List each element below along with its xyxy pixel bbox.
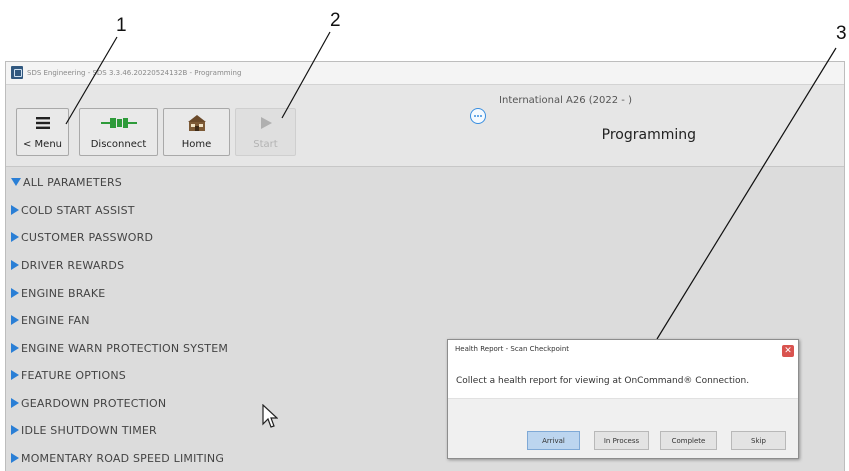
start-button[interactable]: Start bbox=[235, 108, 296, 156]
caret-right-icon bbox=[11, 370, 19, 380]
window-titlebar: SDS Engineering - SDS 3.3.46.20220524132… bbox=[6, 62, 844, 85]
dialog-divider bbox=[448, 398, 798, 399]
callout-3: 3 bbox=[836, 23, 847, 44]
param-idle-shutdown-timer[interactable]: IDLE SHUTDOWN TIMER bbox=[11, 422, 157, 440]
in-process-button[interactable]: In Process bbox=[594, 431, 649, 450]
play-icon bbox=[236, 114, 295, 132]
param-label: MOMENTARY ROAD SPEED LIMITING bbox=[21, 452, 225, 465]
home-icon bbox=[164, 114, 229, 132]
param-label: COLD START ASSIST bbox=[21, 204, 135, 217]
menu-button-label: < Menu bbox=[22, 139, 62, 150]
more-icon[interactable] bbox=[470, 108, 486, 124]
health-report-dialog: Health Report - Scan Checkpoint ✕ Collec… bbox=[447, 339, 799, 459]
disconnect-plug-icon bbox=[80, 114, 157, 132]
caret-right-icon bbox=[11, 453, 19, 463]
param-cold-start-assist[interactable]: COLD START ASSIST bbox=[11, 202, 135, 220]
toolbar: < Menu Disconnect Home Start Internation… bbox=[6, 85, 844, 167]
param-engine-warn-protection-system[interactable]: ENGINE WARN PROTECTION SYSTEM bbox=[11, 340, 228, 358]
menu-icon bbox=[17, 114, 68, 132]
caret-right-icon bbox=[11, 288, 19, 298]
caret-right-icon bbox=[11, 260, 19, 270]
param-label: FEATURE OPTIONS bbox=[21, 369, 126, 382]
param-feature-options[interactable]: FEATURE OPTIONS bbox=[11, 367, 126, 385]
start-button-label: Start bbox=[253, 139, 278, 150]
disconnect-button-label: Disconnect bbox=[90, 139, 147, 150]
caret-right-icon bbox=[11, 425, 19, 435]
param-engine-brake[interactable]: ENGINE BRAKE bbox=[11, 285, 105, 303]
param-label: ENGINE FAN bbox=[21, 314, 90, 327]
skip-button[interactable]: Skip bbox=[731, 431, 786, 450]
caret-right-icon bbox=[11, 232, 19, 242]
param-label: GEARDOWN PROTECTION bbox=[21, 397, 167, 410]
param-label: ENGINE WARN PROTECTION SYSTEM bbox=[21, 342, 229, 355]
caret-right-icon bbox=[11, 343, 19, 353]
mouse-cursor-icon bbox=[262, 403, 279, 434]
param-label: IDLE SHUTDOWN TIMER bbox=[21, 424, 157, 437]
arrival-button[interactable]: Arrival bbox=[527, 431, 580, 450]
param-engine-fan[interactable]: ENGINE FAN bbox=[11, 312, 90, 330]
caret-right-icon bbox=[11, 205, 19, 215]
caret-down-icon bbox=[11, 178, 21, 186]
caret-right-icon bbox=[11, 315, 19, 325]
param-customer-password[interactable]: CUSTOMER PASSWORD bbox=[11, 229, 153, 247]
app-logo-icon bbox=[11, 66, 23, 79]
param-label: CUSTOMER PASSWORD bbox=[21, 231, 154, 244]
dialog-message: Collect a health report for viewing at O… bbox=[456, 376, 750, 386]
close-icon[interactable]: ✕ bbox=[782, 345, 794, 357]
complete-button[interactable]: Complete bbox=[660, 431, 717, 450]
param-all-parameters[interactable]: ALL PARAMETERS bbox=[11, 174, 122, 192]
param-label: ALL PARAMETERS bbox=[23, 176, 122, 189]
callout-1: 1 bbox=[116, 15, 127, 36]
param-driver-rewards[interactable]: DRIVER REWARDS bbox=[11, 257, 124, 275]
caret-right-icon bbox=[11, 398, 19, 408]
callout-2: 2 bbox=[330, 10, 341, 31]
vehicle-label: International A26 (2022 - ) bbox=[499, 95, 632, 106]
param-label: ENGINE BRAKE bbox=[21, 287, 106, 300]
dialog-title: Health Report - Scan Checkpoint bbox=[455, 345, 570, 353]
param-label: DRIVER REWARDS bbox=[21, 259, 125, 272]
param-momentary-road-speed-limiting[interactable]: MOMENTARY ROAD SPEED LIMITING bbox=[11, 450, 224, 468]
window-title: SDS Engineering - SDS 3.3.46.20220524132… bbox=[27, 69, 242, 77]
home-button-label: Home bbox=[181, 139, 212, 150]
param-geardown-protection[interactable]: GEARDOWN PROTECTION bbox=[11, 395, 166, 413]
menu-button[interactable]: < Menu bbox=[16, 108, 69, 156]
disconnect-button[interactable]: Disconnect bbox=[79, 108, 158, 156]
page-title: Programming bbox=[601, 127, 696, 143]
home-button[interactable]: Home bbox=[163, 108, 230, 156]
